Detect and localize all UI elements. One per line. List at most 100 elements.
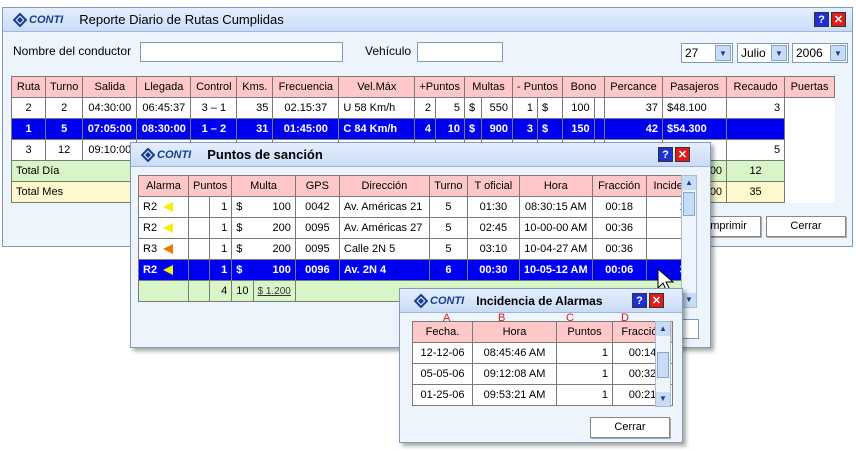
- window-title: Reporte Diario de Rutas Cumplidas: [79, 12, 284, 27]
- column-header: Multa: [231, 175, 296, 197]
- chevron-down-icon[interactable]: ▼: [715, 45, 731, 61]
- column-header: Bono: [562, 76, 605, 98]
- sancion-scrollbar[interactable]: ▲ ▼: [681, 175, 697, 308]
- table-row[interactable]: 1 5 07:05:00 08:30:00 1 – 2 31 01:45:00 C 84 Km…: [11, 118, 835, 140]
- table-cell: 2: [11, 97, 46, 119]
- alarma-row[interactable]: 12-12-06 08:45:46 AM 1 00:14: [412, 342, 673, 364]
- table-cell: [726, 118, 786, 140]
- main-titlebar: CONTI Reporte Diario de Rutas Cumplidas …: [3, 8, 852, 32]
- table-cell: 07:05:00: [82, 118, 138, 140]
- help-button[interactable]: ?: [658, 147, 673, 162]
- sancion-titlebar: CONTI Puntos de sanción ? ✕: [131, 143, 710, 167]
- alarma-cell: R2: [138, 196, 189, 218]
- day-select[interactable]: 27 ▼: [681, 43, 733, 63]
- help-button[interactable]: ?: [814, 12, 829, 27]
- table-cell: 42: [604, 118, 663, 140]
- alarmas-scrollbar[interactable]: ▲ ▼: [655, 321, 671, 407]
- column-header: Hora: [472, 321, 557, 343]
- table-cell: 2: [44, 97, 84, 119]
- sancion-row[interactable]: R2 1 $100 0042 Av. Américas 21 5 01:30 08:30:15…: [138, 196, 691, 218]
- table-cell: 5: [434, 97, 466, 119]
- vehicle-input[interactable]: [417, 42, 503, 62]
- column-header: Puntos: [187, 175, 233, 197]
- table-cell: $48.100: [661, 97, 728, 119]
- scroll-thumb[interactable]: [683, 192, 695, 216]
- table-cell: 1 – 2: [190, 118, 238, 140]
- t-oficial-cell: 01:30: [466, 196, 520, 218]
- column-header: Puntos: [556, 321, 613, 343]
- close-window-button[interactable]: ✕: [831, 12, 846, 27]
- gps-cell: 0095: [294, 217, 340, 239]
- table-cell: 5: [44, 118, 84, 140]
- column-header: Hora: [518, 175, 593, 197]
- chevron-down-icon[interactable]: ▼: [830, 45, 846, 61]
- hora-cell: 10-05-12 AM: [518, 259, 593, 281]
- logo-text: CONTI: [430, 294, 465, 307]
- direccion-cell: Calle 2N 5: [338, 238, 430, 260]
- t-oficial-cell: 00:30: [466, 259, 520, 281]
- turno-cell: 5: [428, 238, 468, 260]
- alarma-row[interactable]: 05-05-06 09:12:08 AM 1 00:32: [412, 363, 673, 385]
- column-header: Turno: [428, 175, 468, 197]
- column-header: Multas: [464, 76, 513, 98]
- table-row[interactable]: 2 2 04:30:00 06:45:37 3 – 1 35 02.15:37 U 58 Km…: [11, 97, 835, 119]
- column-header: Pasajeros: [661, 76, 728, 98]
- table-cell: 09:12:08 AM: [472, 363, 557, 385]
- multa-cell: 100: [253, 196, 296, 218]
- alarmas-close-button[interactable]: Cerrar: [590, 417, 670, 438]
- year-value: 2006: [796, 46, 823, 60]
- column-header: Percance: [604, 76, 663, 98]
- column-header: Alarma: [138, 175, 189, 197]
- alarma-code: R2: [143, 264, 158, 276]
- sancion-row[interactable]: R3 1 $200 0095 Calle 2N 5 5 03:10 10-04-27 AM 00…: [138, 238, 691, 260]
- table-cell: 1: [11, 118, 46, 140]
- table-cell: 09:10:00: [82, 139, 137, 161]
- table-cell: U 58 Km/h: [338, 97, 416, 119]
- scroll-down-icon[interactable]: ▼: [656, 392, 670, 406]
- table-cell: 10: [434, 118, 466, 140]
- alarma-cell: R3: [138, 238, 189, 260]
- empty-cell: [188, 280, 210, 302]
- alarma-cell: R2: [138, 217, 189, 239]
- column-header: Frecuencia: [272, 76, 340, 98]
- total-dia-puertas: 12: [726, 160, 786, 182]
- chevron-down-icon[interactable]: ▼: [771, 45, 787, 61]
- table-cell: 02.15:37: [272, 97, 340, 119]
- sancion-row[interactable]: R2 1 $200 0095 Av. Américas 27 5 02:45 10-00-00…: [138, 217, 691, 239]
- table-cell: 5: [726, 139, 786, 161]
- help-button[interactable]: ?: [632, 293, 647, 308]
- month-value: Julio: [741, 46, 766, 60]
- direccion-cell: Av. Américas 27: [338, 217, 430, 239]
- gps-cell: 0042: [294, 196, 340, 218]
- alarma-code: R2: [143, 201, 158, 213]
- year-select[interactable]: 2006 ▼: [792, 43, 848, 63]
- column-header: Turno: [44, 76, 84, 98]
- column-header: Vel.Máx: [338, 76, 416, 98]
- table-cell: $: [463, 118, 483, 140]
- conti-diamond-icon: [414, 293, 428, 308]
- t-oficial-cell: 02:45: [466, 217, 520, 239]
- scroll-down-icon[interactable]: ▼: [682, 293, 696, 307]
- scroll-up-icon[interactable]: ▲: [656, 322, 670, 336]
- close-window-button[interactable]: ✕: [675, 147, 690, 162]
- alarm-flag-icon: [163, 244, 174, 255]
- scroll-up-icon[interactable]: ▲: [682, 176, 696, 190]
- scroll-thumb[interactable]: [657, 352, 669, 378]
- driver-input[interactable]: [140, 42, 343, 62]
- puntos-cell: 1: [208, 196, 233, 218]
- empty-cell: [188, 217, 210, 239]
- table-cell: 3: [11, 139, 46, 161]
- currency-cell: $: [231, 196, 253, 218]
- month-select[interactable]: Julio ▼: [737, 43, 789, 63]
- table-cell: 08:30:00: [136, 118, 192, 140]
- table-cell: 2: [414, 97, 436, 119]
- table-cell: 08:45:46 AM: [472, 342, 557, 364]
- empty-cell: [188, 238, 210, 260]
- sancion-row[interactable]: R2 1 $100 0096 Av. 2N 4 6 00:30 10-05-12 AM 00:0…: [138, 259, 691, 281]
- turno-cell: 5: [428, 196, 468, 218]
- alarma-row[interactable]: 01-25-06 09:53:21 AM 1 00:21: [412, 384, 673, 406]
- main-close-button[interactable]: Cerrar: [766, 216, 846, 237]
- currency-cell: $: [231, 217, 253, 239]
- close-window-button[interactable]: ✕: [649, 293, 664, 308]
- table-cell: 4: [414, 118, 436, 140]
